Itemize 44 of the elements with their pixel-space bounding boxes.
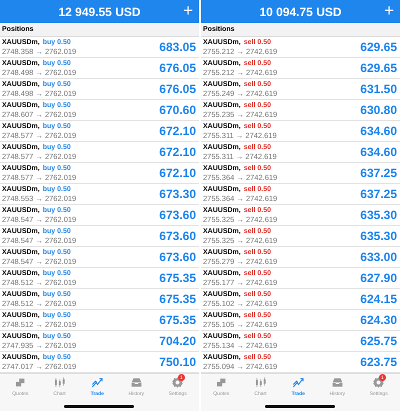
profit-value: 676.05: [159, 61, 196, 75]
profit-value: 675.35: [159, 271, 196, 285]
profit-value: 629.65: [360, 40, 397, 54]
profit-value: 673.30: [159, 187, 196, 201]
profit-value: 633.00: [360, 250, 397, 264]
add-button[interactable]: +: [384, 1, 394, 21]
home-indicator: [265, 405, 335, 408]
profit-value: 672.10: [159, 166, 196, 180]
profit-value: 637.25: [360, 187, 397, 201]
profit-value: 673.60: [159, 250, 196, 264]
profit-value: 683.05: [159, 40, 196, 54]
profit-value: 624.15: [360, 292, 397, 306]
home-indicator: [64, 405, 134, 408]
profit-value: 627.90: [360, 271, 397, 285]
account-balance: 12 949.55 USD: [58, 4, 141, 18]
profit-value: 634.60: [360, 145, 397, 159]
profit-value: 672.10: [159, 145, 196, 159]
profit-value: 675.35: [159, 292, 196, 306]
profit-value: 635.30: [360, 229, 397, 243]
trend-icon: [292, 376, 305, 389]
profit-value: 637.25: [360, 166, 397, 180]
profit-value: 634.60: [360, 124, 397, 138]
profit-value: 672.10: [159, 124, 196, 138]
profit-value: 673.60: [159, 208, 196, 222]
profit-value: 631.50: [360, 82, 397, 96]
inbox-icon: [130, 376, 143, 389]
inbox-icon: [330, 376, 344, 389]
add-button[interactable]: +: [183, 1, 193, 21]
profit-value: 704.20: [159, 334, 196, 348]
profit-value: 630.80: [360, 103, 397, 117]
profit-value: 750.10: [159, 355, 196, 369]
profit-value: 670.60: [159, 103, 196, 117]
profit-value: 624.30: [360, 313, 397, 327]
profit-value: 623.75: [360, 355, 397, 369]
profit-value: 629.65: [360, 61, 397, 75]
candlestick-icon: [254, 376, 267, 389]
account-balance: 10 094.75 USD: [259, 4, 342, 18]
profit-value: 675.35: [159, 313, 196, 327]
profit-value: 625.75: [360, 334, 397, 348]
trend-icon: [90, 376, 104, 389]
profit-value: 673.60: [159, 229, 196, 243]
profit-value: 676.05: [159, 82, 196, 96]
candlestick-icon: [52, 376, 66, 389]
profit-value: 635.30: [360, 208, 397, 222]
